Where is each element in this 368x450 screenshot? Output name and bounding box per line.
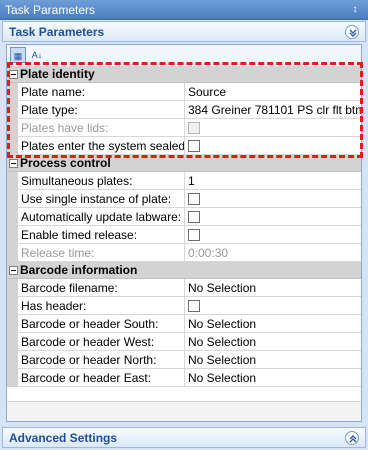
property-value[interactable]: No Selection (186, 315, 361, 333)
property-value[interactable] (186, 190, 361, 208)
property-row[interactable]: Automatically update labware: (7, 208, 361, 226)
property-row[interactable]: Barcode or header West: No Selection (7, 333, 361, 351)
row-gutter (7, 369, 18, 387)
property-row[interactable]: Barcode or header South: No Selection (7, 315, 361, 333)
category-label: Barcode information (20, 263, 138, 277)
property-row: Plates have lids: (7, 119, 361, 137)
property-grid-container: ▦ A↓ Plate identity Plate name: Source Plat… (6, 44, 362, 422)
property-row[interactable]: Plate name: Source (7, 83, 361, 101)
property-name: Plate name: (19, 83, 185, 101)
property-value-text: No Selection (188, 281, 257, 295)
property-name: Barcode or header South: (19, 315, 185, 333)
property-grid-toolbar: ▦ A↓ (7, 45, 361, 65)
collapse-chevron-icon[interactable] (345, 25, 359, 39)
property-name: Barcode filename: (19, 279, 185, 297)
property-name: Use single instance of plate: (19, 190, 185, 208)
property-value[interactable] (186, 226, 361, 244)
property-grid: Plate identity Plate name: Source Plate typ… (7, 66, 361, 387)
property-row[interactable]: Enable timed release: (7, 226, 361, 244)
row-gutter (7, 226, 18, 244)
property-name: Plates have lids: (19, 119, 185, 137)
property-name: Barcode or header West: (19, 333, 185, 351)
category-header[interactable]: Barcode information (7, 262, 361, 279)
task-parameters-header[interactable]: Task Parameters (2, 21, 366, 42)
row-gutter (7, 208, 18, 226)
checkbox (188, 121, 200, 134)
checkbox[interactable] (188, 192, 200, 205)
property-value-text: Source (188, 85, 227, 99)
property-row[interactable]: Plates enter the system sealed: (7, 137, 361, 155)
property-row[interactable]: Use single instance of plate: (7, 190, 361, 208)
row-gutter (7, 83, 18, 101)
checkbox[interactable] (188, 139, 200, 152)
property-name: Automatically update labware: (19, 208, 185, 226)
collapse-toggle-icon[interactable] (9, 70, 18, 79)
advanced-settings-header[interactable]: Advanced Settings (2, 427, 366, 448)
row-gutter (7, 119, 18, 137)
property-name: Plate type: (19, 101, 185, 119)
property-value[interactable] (186, 297, 361, 315)
property-value[interactable]: Source (186, 83, 361, 101)
row-gutter (7, 351, 18, 369)
property-row[interactable]: Plate type: 384 Greiner 781101 PS clr flt… (7, 101, 361, 119)
property-name: Plates enter the system sealed: (21, 137, 185, 155)
property-value (186, 119, 361, 137)
row-gutter (7, 244, 18, 262)
row-gutter (7, 315, 18, 333)
window-title: Task Parameters (5, 3, 96, 17)
property-value-text: No Selection (188, 317, 257, 331)
property-value[interactable] (186, 137, 361, 155)
property-value-text: 384 Greiner 781101 PS clr flt btm (188, 103, 361, 117)
row-gutter (7, 279, 18, 297)
row-gutter (7, 101, 18, 119)
expand-chevron-icon[interactable] (345, 431, 359, 445)
categorized-icon[interactable]: ▦ (10, 47, 26, 63)
property-value[interactable]: No Selection (186, 279, 361, 297)
property-value-text: 1 (188, 174, 195, 188)
property-name: Barcode or header North: (19, 351, 185, 369)
collapse-toggle-icon[interactable] (9, 266, 18, 275)
category-label: Process control (20, 156, 111, 170)
property-value[interactable]: 384 Greiner 781101 PS clr flt btm (186, 101, 361, 119)
category-label: Plate identity (20, 67, 95, 81)
property-name: Has header: (19, 297, 185, 315)
property-value[interactable] (186, 208, 361, 226)
panel-title: Task Parameters (9, 25, 105, 39)
checkbox[interactable] (188, 210, 200, 223)
alphabetical-sort-icon[interactable]: A↓ (29, 47, 45, 63)
row-gutter (7, 190, 18, 208)
property-value-text: 0:00:30 (188, 246, 229, 260)
property-value-text: No Selection (188, 371, 257, 385)
property-row[interactable]: Has header: (7, 297, 361, 315)
property-row[interactable]: Barcode or header North: No Selection (7, 351, 361, 369)
property-value[interactable]: No Selection (186, 369, 361, 387)
property-value[interactable]: No Selection (186, 351, 361, 369)
row-gutter (7, 137, 18, 155)
checkbox[interactable] (188, 228, 200, 241)
property-value-text: No Selection (188, 353, 257, 367)
description-pane (7, 401, 361, 421)
property-name: Release time: (19, 244, 185, 262)
property-value-text: No Selection (188, 335, 257, 349)
checkbox[interactable] (188, 299, 200, 312)
property-value[interactable]: No Selection (186, 333, 361, 351)
row-gutter (7, 172, 18, 190)
advanced-settings-title: Advanced Settings (9, 431, 118, 445)
property-row[interactable]: Barcode filename: No Selection (7, 279, 361, 297)
pin-icon[interactable]: ↕ (350, 0, 360, 20)
collapse-toggle-icon[interactable] (9, 159, 18, 168)
property-row[interactable]: Simultaneous plates: 1 (7, 172, 361, 190)
row-gutter (7, 297, 18, 315)
category-header[interactable]: Process control (7, 155, 361, 172)
property-row: Release time: 0:00:30 (7, 244, 361, 262)
property-name: Barcode or header East: (19, 369, 185, 387)
window-title-bar: Task Parameters ↕ (0, 0, 368, 20)
property-name: Simultaneous plates: (19, 172, 185, 190)
property-row[interactable]: Barcode or header East: No Selection (7, 369, 361, 387)
property-value[interactable]: 1 (186, 172, 361, 190)
row-gutter (7, 333, 18, 351)
property-name: Enable timed release: (19, 226, 185, 244)
category-header[interactable]: Plate identity (7, 66, 361, 83)
property-value: 0:00:30 (186, 244, 361, 262)
